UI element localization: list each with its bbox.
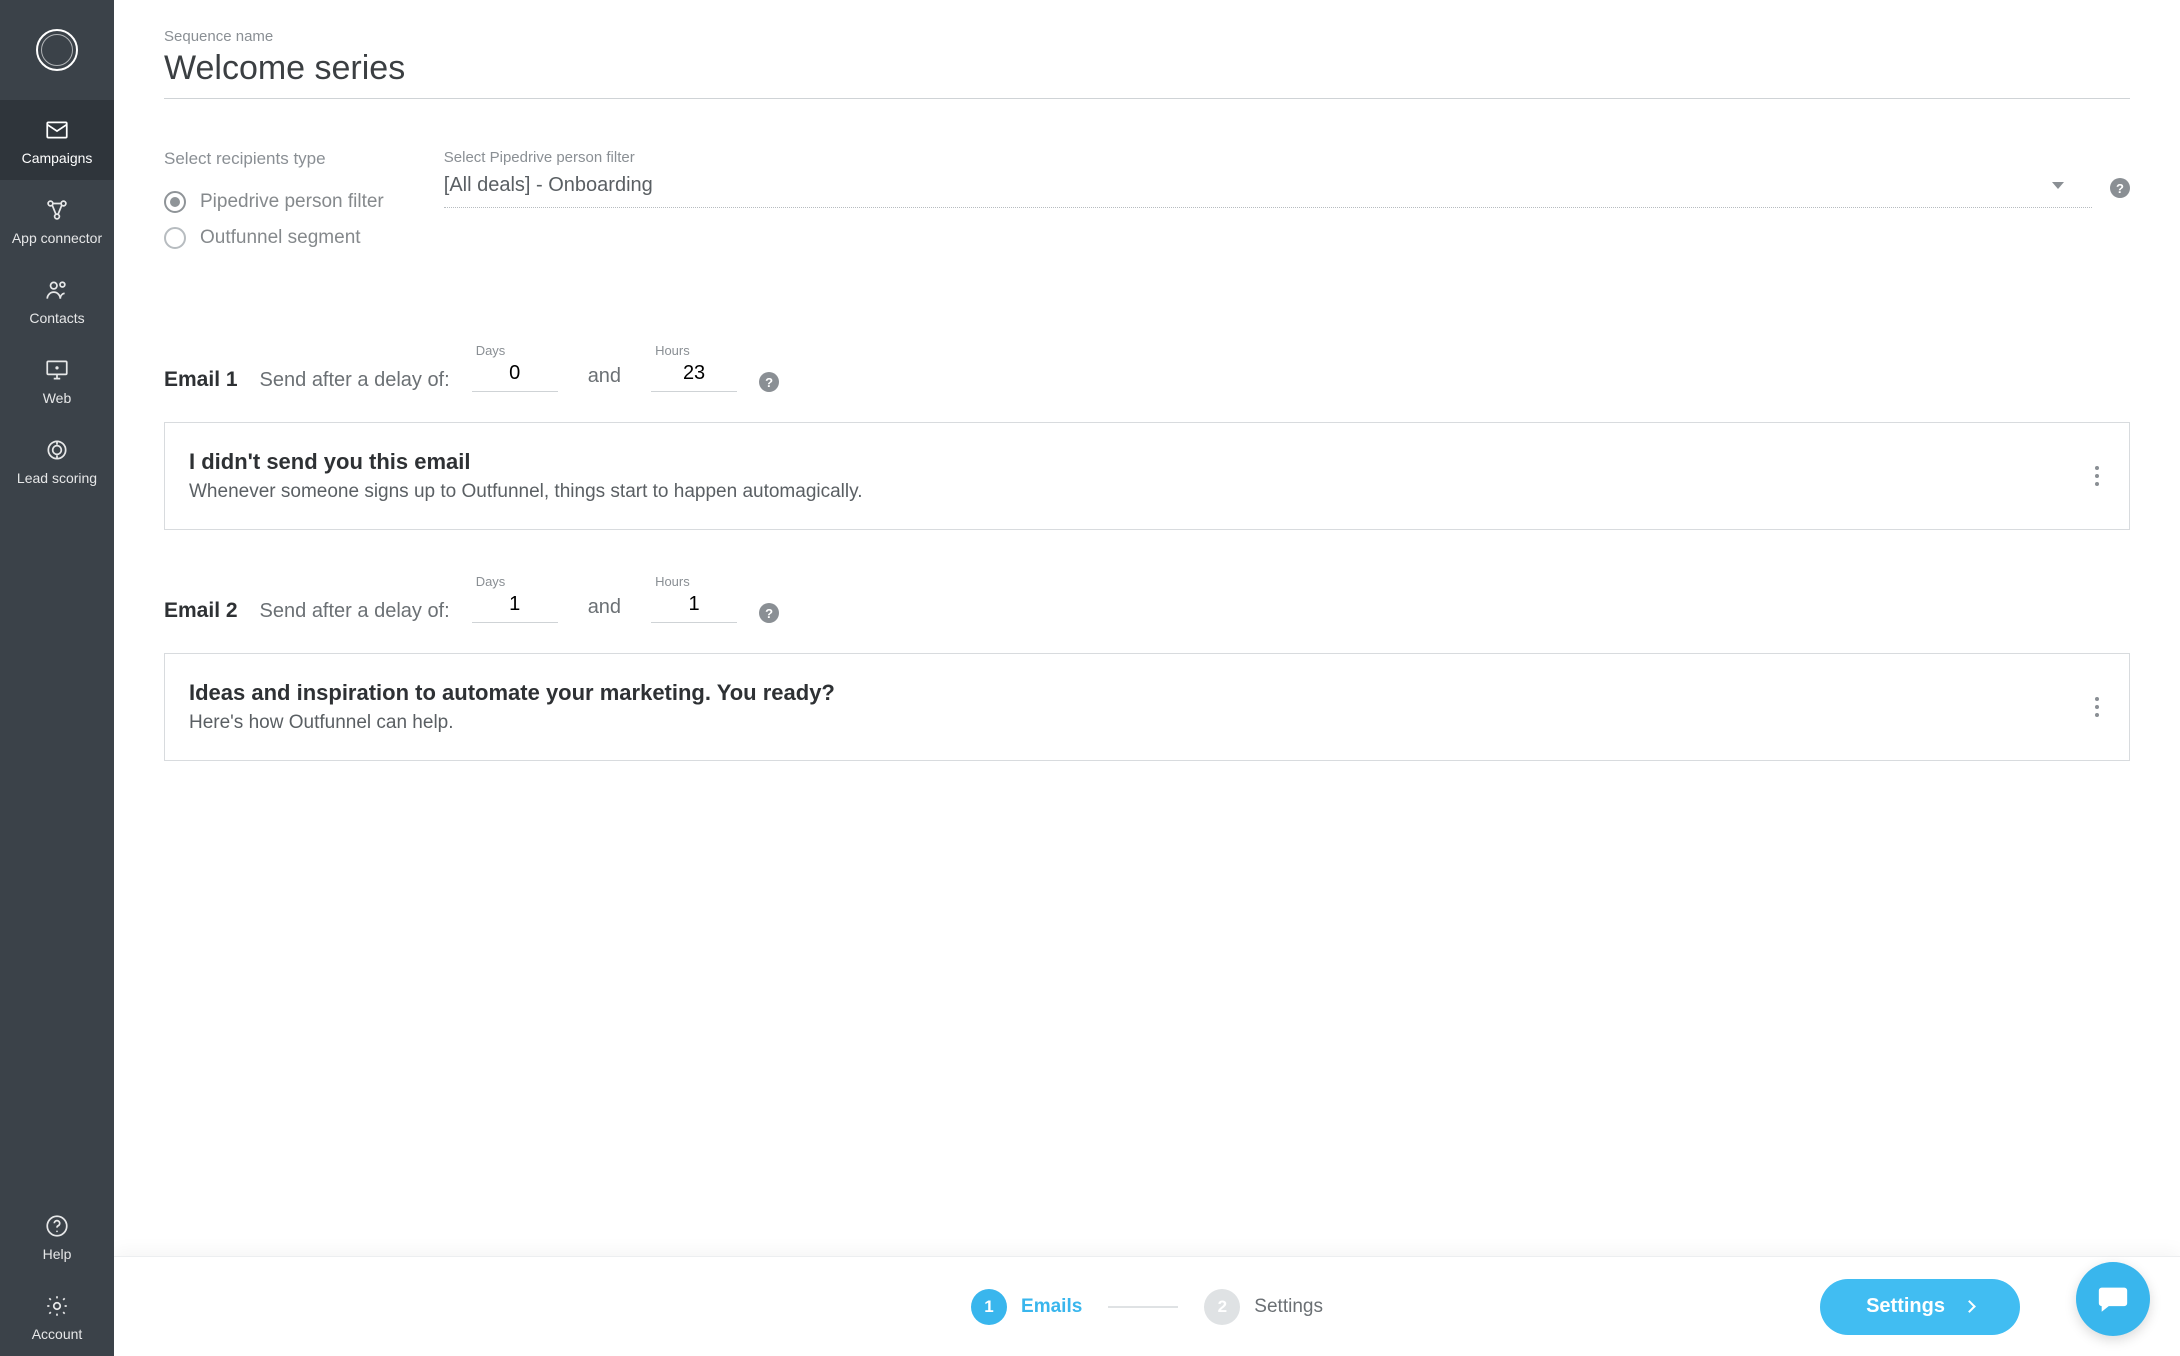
main: Sequence name Select recipients type Pip… <box>114 0 2180 1356</box>
stepper: 1 Emails 2 Settings <box>971 1289 1323 1325</box>
monitor-icon <box>43 356 71 384</box>
radio-outfunnel-segment[interactable]: Outfunnel segment <box>164 227 384 249</box>
email-block-2: Email 2 Send after a delay of: Days and … <box>164 574 2130 761</box>
email-1-days-input[interactable] <box>472 360 558 392</box>
email-title: Email 2 <box>164 599 238 623</box>
pipedrive-filter-select[interactable]: [All deals] - Onboarding <box>444 168 2092 208</box>
people-icon <box>43 276 71 304</box>
help-icon <box>43 1212 71 1240</box>
content: Sequence name Select recipients type Pip… <box>114 0 2180 1356</box>
send-after-label: Send after a delay of: <box>260 600 450 623</box>
sidebar-item-label: Campaigns <box>22 150 93 166</box>
email-preview: Whenever someone signs up to Outfunnel, … <box>189 481 2069 503</box>
recipients-heading: Select recipients type <box>164 149 384 169</box>
connector-icon <box>43 196 71 224</box>
chevron-down-icon <box>2052 182 2064 189</box>
sidebar: Campaigns App connector Contacts Web Lea <box>0 0 114 1356</box>
delay-help-icon[interactable]: ? <box>759 372 779 392</box>
radio-label: Outfunnel segment <box>200 227 361 249</box>
email-2-menu-button[interactable] <box>2085 692 2109 722</box>
sidebar-item-campaigns[interactable]: Campaigns <box>0 100 114 180</box>
step-number: 2 <box>1204 1289 1240 1325</box>
target-icon <box>43 436 71 464</box>
step-divider <box>1108 1306 1178 1308</box>
days-label: Days <box>472 343 506 358</box>
step-settings[interactable]: 2 Settings <box>1204 1289 1323 1325</box>
email-card-2[interactable]: Ideas and inspiration to automate your m… <box>164 653 2130 761</box>
step-emails[interactable]: 1 Emails <box>971 1289 1082 1325</box>
and-label: and <box>580 596 629 623</box>
email-1-hours-input[interactable] <box>651 360 737 392</box>
and-label: and <box>580 365 629 392</box>
radio-pipedrive-filter[interactable]: Pipedrive person filter <box>164 191 384 213</box>
nav: Campaigns App connector Contacts Web Lea <box>0 100 114 1356</box>
radio-icon <box>164 227 186 249</box>
step-number: 1 <box>971 1289 1007 1325</box>
radio-icon <box>164 191 186 213</box>
chevron-right-icon <box>1963 1300 1976 1313</box>
email-subject: Ideas and inspiration to automate your m… <box>189 680 2069 706</box>
envelope-icon <box>43 116 71 144</box>
sidebar-item-label: App connector <box>12 230 102 246</box>
email-card-1[interactable]: I didn't send you this email Whenever so… <box>164 422 2130 530</box>
sidebar-item-contacts[interactable]: Contacts <box>0 260 114 340</box>
chat-fab[interactable] <box>2076 1262 2150 1336</box>
outfunnel-logo-icon <box>36 29 78 71</box>
chat-icon <box>2096 1282 2130 1316</box>
sidebar-item-lead-scoring[interactable]: Lead scoring <box>0 420 114 500</box>
radio-label: Pipedrive person filter <box>200 191 384 213</box>
logo[interactable] <box>0 0 114 100</box>
sidebar-item-label: Help <box>43 1246 72 1262</box>
sequence-name-input[interactable] <box>164 47 2130 99</box>
gear-icon <box>43 1292 71 1320</box>
hours-label: Hours <box>651 343 690 358</box>
stepper-footer: 1 Emails 2 Settings Settings <box>114 1256 2180 1356</box>
email-block-1: Email 1 Send after a delay of: Days and … <box>164 343 2130 530</box>
sidebar-item-web[interactable]: Web <box>0 340 114 420</box>
sidebar-item-label: Account <box>32 1326 83 1342</box>
sequence-name-label: Sequence name <box>164 28 2130 45</box>
step-label: Emails <box>1021 1296 1082 1318</box>
sidebar-item-account[interactable]: Account <box>0 1276 114 1356</box>
filter-label: Select Pipedrive person filter <box>444 149 2130 166</box>
filter-value: [All deals] - Onboarding <box>444 174 653 197</box>
sidebar-item-help[interactable]: Help <box>0 1196 114 1276</box>
sidebar-item-label: Lead scoring <box>17 470 97 486</box>
next-settings-button[interactable]: Settings <box>1820 1279 2020 1335</box>
send-after-label: Send after a delay of: <box>260 369 450 392</box>
sidebar-item-label: Contacts <box>29 310 84 326</box>
sidebar-item-label: Web <box>43 390 72 406</box>
step-label: Settings <box>1254 1296 1323 1318</box>
recipients-section: Select recipients type Pipedrive person … <box>164 149 2130 263</box>
email-title: Email 1 <box>164 368 238 392</box>
email-2-days-input[interactable] <box>472 591 558 623</box>
delay-help-icon[interactable]: ? <box>759 603 779 623</box>
days-label: Days <box>472 574 506 589</box>
next-button-label: Settings <box>1866 1295 1945 1318</box>
email-2-hours-input[interactable] <box>651 591 737 623</box>
email-subject: I didn't send you this email <box>189 449 2069 475</box>
hours-label: Hours <box>651 574 690 589</box>
email-preview: Here's how Outfunnel can help. <box>189 712 2069 734</box>
filter-help-icon[interactable]: ? <box>2110 178 2130 198</box>
email-1-menu-button[interactable] <box>2085 461 2109 491</box>
sidebar-item-app-connector[interactable]: App connector <box>0 180 114 260</box>
